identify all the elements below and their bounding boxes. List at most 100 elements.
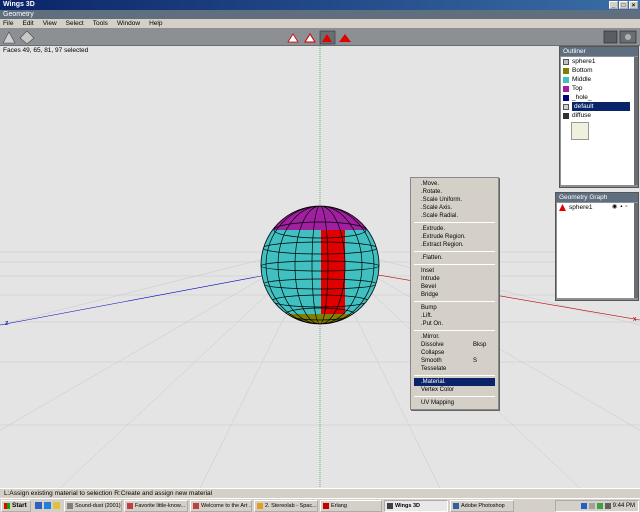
material-icon [563,85,569,92]
menu-item-scale-uniform[interactable]: .Scale Uniform. [411,196,498,204]
menu-file[interactable]: File [3,19,13,28]
menu-item-lift[interactable]: .Lift. [411,312,498,320]
menu-item-vertex-color[interactable]: Vertex Color [411,386,498,394]
menu-item-extrude-region[interactable]: .Extrude Region. [411,233,498,241]
ground-plane-icon[interactable] [2,31,16,44]
smooth-preview-icon[interactable] [603,30,618,44]
menu-item-bridge[interactable]: Bridge [411,291,498,299]
task-erlang[interactable]: Erlang [320,499,382,512]
tray-icon[interactable] [580,503,587,509]
material-icon [563,94,569,101]
outliner-item-hole[interactable]: _hole_ [561,93,634,102]
material-swatch [571,122,589,140]
toolbar [0,28,640,46]
outliner-panel: Outliner sphere1 Bottom Middle Top _hole… [559,46,639,188]
object-icon [563,58,569,65]
menu-help[interactable]: Help [149,19,162,28]
menu-item-uv-mapping[interactable]: UV Mapping [411,399,498,407]
menu-view[interactable]: View [43,19,57,28]
task-wings3d[interactable]: Wings 3D [384,499,448,512]
menu-separator [414,222,495,223]
body-mode-icon[interactable] [337,32,353,44]
lock-icon[interactable]: ▪ [620,203,622,212]
menu-item-bump[interactable]: Bump [411,304,498,312]
outliner-item-middle[interactable]: Middle [561,75,634,84]
material-icon [563,103,569,110]
menu-tools[interactable]: Tools [93,19,108,28]
window-titlebar[interactable]: Wings 3D _ □ × [0,0,640,10]
close-button[interactable]: × [629,1,638,9]
outliner-scrollbar[interactable] [634,57,638,185]
menu-item-extract-region[interactable]: .Extract Region. [411,241,498,249]
geometry-graph-title[interactable]: Geometry Graph [556,193,638,202]
menu-item-extrude[interactable]: .Extrude. [411,225,498,233]
menu-item-scale-axis[interactable]: .Scale Axis. [411,204,498,212]
3d-viewport[interactable]: z x [0,46,640,488]
folder-icon[interactable] [53,502,60,509]
task-sound-dust[interactable]: Sound-dust (2001) [64,499,122,512]
scene[interactable]: z x [0,46,640,488]
task-welcome[interactable]: Welcome to the Art ... [190,499,252,512]
outliner-item-bottom[interactable]: Bottom [561,66,634,75]
view-icon[interactable] [619,30,637,44]
geometry-graph-panel: Geometry Graph sphere1 ◉ ▪ ▫ [555,192,639,301]
menu-item-put-on[interactable]: .Put On. [411,320,498,328]
material-icon [563,76,569,83]
volume-icon[interactable] [604,503,611,509]
wings-icon [387,502,393,509]
menu-window[interactable]: Window [117,19,140,28]
geometry-graph-item-sphere1[interactable]: sphere1 ◉ ▪ ▫ [557,203,634,212]
outliner-item-sphere1[interactable]: sphere1 [561,57,634,66]
edge-mode-icon[interactable] [302,32,317,44]
outliner-item-default[interactable]: default [561,102,634,111]
menu-item-mirror[interactable]: .Mirror. [411,333,498,341]
menu-separator [414,330,495,331]
browser-icon[interactable] [44,502,51,509]
menu-edit[interactable]: Edit [22,19,33,28]
face-context-menu: .Move. .Rotate. .Scale Uniform. .Scale A… [410,177,499,410]
menu-item-smooth[interactable]: Smooth S [411,357,498,365]
tray-icon[interactable] [588,503,595,509]
task-favorite[interactable]: Favorite little-know... [124,499,188,512]
visibility-eye-icon[interactable]: ◉ [612,203,617,212]
menu-item-intrude[interactable]: Intrude [411,275,498,283]
geometry-graph-scrollbar[interactable] [634,203,638,298]
desktop-icon[interactable] [35,502,42,509]
outliner-list: sphere1 Bottom Middle Top _hole_ default… [561,57,634,185]
sphere[interactable] [250,200,390,334]
menu-item-bevel[interactable]: Bevel [411,283,498,291]
task-photoshop[interactable]: Adobe Photoshop [450,499,514,512]
tray-icon[interactable] [596,503,603,509]
browser-icon [127,502,133,509]
menu-item-collapse[interactable]: Collapse [411,349,498,357]
object-icon [559,204,566,211]
z-axis-label: z [5,320,9,327]
menu-item-flatten[interactable]: .Flatten. [411,254,498,262]
menu-item-move[interactable]: .Move. [411,180,498,188]
status-bar: L:Assign existing material to selection … [0,488,640,498]
menu-item-material[interactable]: .Material. [414,378,495,386]
menu-select[interactable]: Select [66,19,84,28]
geometry-graph-list: sphere1 ◉ ▪ ▫ [557,203,634,298]
start-button[interactable]: Start [1,499,31,512]
outliner-item-top[interactable]: Top [561,84,634,93]
clock: 9:44 PM [612,503,635,509]
menu-item-tesselate[interactable]: Tesselate [411,365,498,373]
menu-item-rotate[interactable]: .Rotate. [411,188,498,196]
outliner-title[interactable]: Outliner [560,47,638,56]
outliner-item-diffuse[interactable]: diffuse [561,111,634,120]
face-mode-icon[interactable] [319,30,336,45]
menu-item-scale-radial[interactable]: .Scale Radial. [411,212,498,220]
menu-item-dissolve[interactable]: Dissolve Bksp [411,341,498,349]
minimize-button[interactable]: _ [609,1,618,9]
x-axis-label: x [633,316,637,323]
task-stereolab[interactable]: 2. Stereolab - Spac... [254,499,318,512]
system-tray: 9:44 PM [555,500,639,512]
maximize-button[interactable]: □ [619,1,628,9]
menu-item-inset[interactable]: Inset [411,267,498,275]
menu-separator [414,264,495,265]
axes-icon[interactable] [19,30,35,45]
wireframe-icon[interactable]: ▫ [625,203,627,212]
menu-separator [414,396,495,397]
vertex-mode-icon[interactable] [285,32,300,44]
